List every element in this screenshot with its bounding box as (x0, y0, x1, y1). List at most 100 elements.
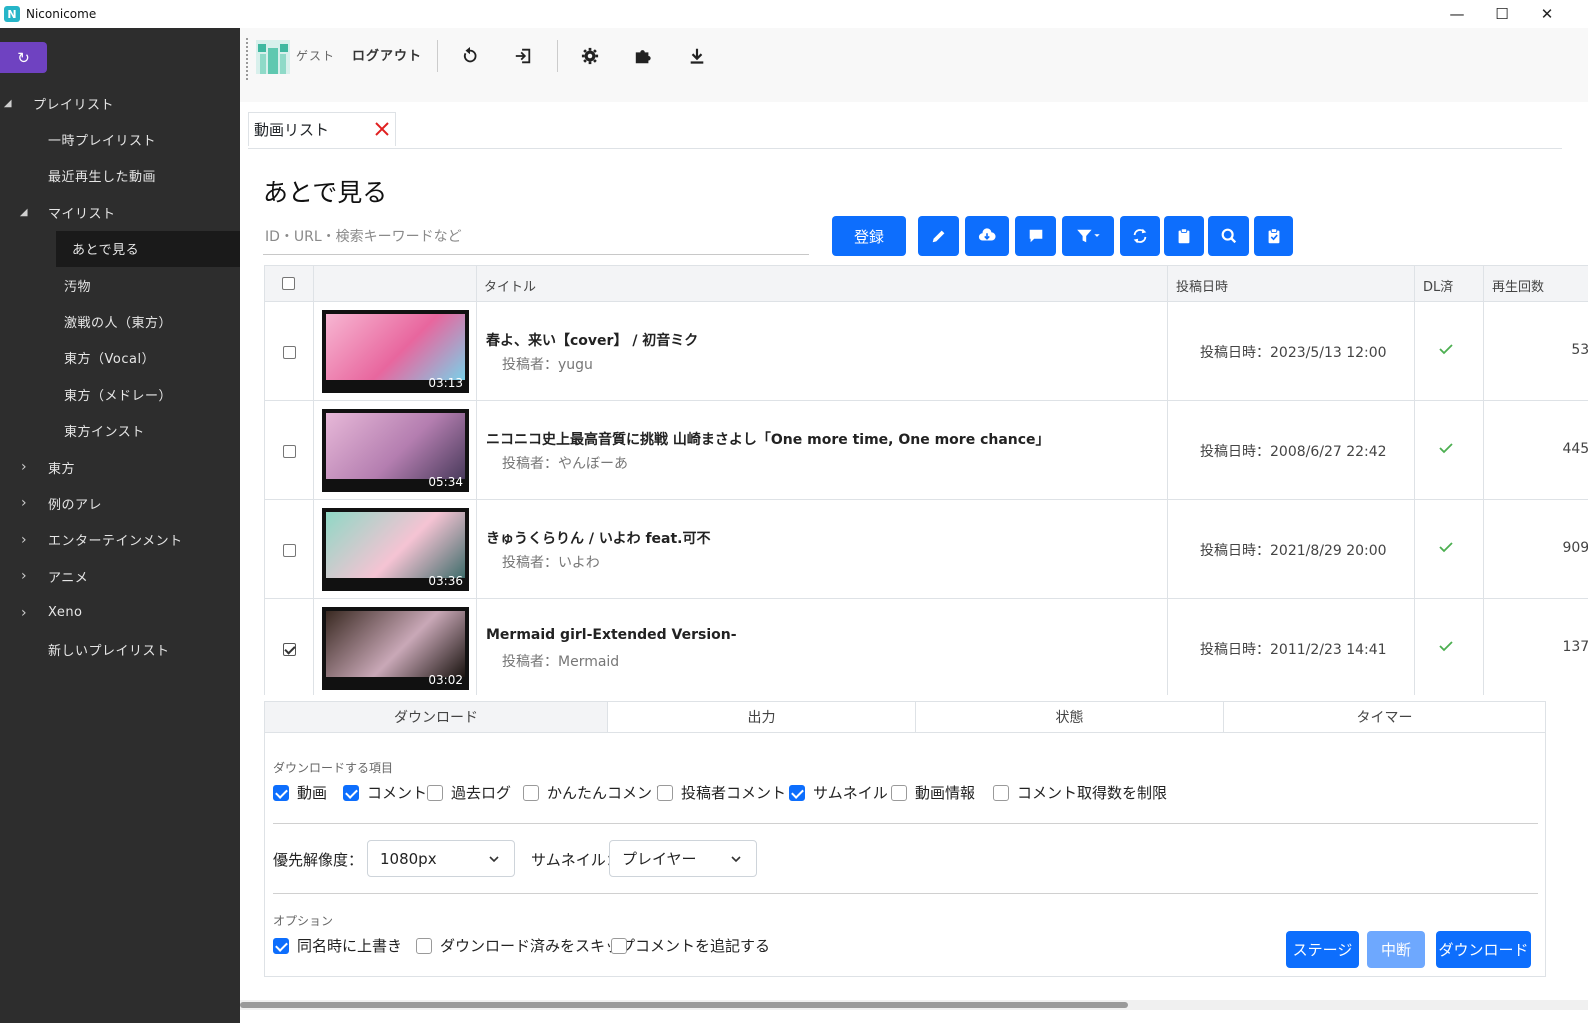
column-header-date[interactable]: 投稿日時 (1176, 276, 1228, 295)
sidebar-item[interactable]: 汚物 (0, 267, 240, 303)
cloud-download-button[interactable] (965, 216, 1009, 256)
chevron-right-icon[interactable]: › (18, 495, 30, 511)
checkbox-box[interactable] (523, 784, 539, 801)
chevron-right-icon[interactable]: › (18, 605, 30, 621)
comment-button[interactable] (1015, 216, 1056, 256)
clipboard-button[interactable] (1164, 216, 1204, 256)
checkbox-box[interactable] (343, 784, 359, 801)
checkbox-box[interactable] (891, 784, 907, 801)
option-checkbox[interactable]: ダウンロード済みをスキップ (416, 935, 635, 956)
checkbox-box[interactable] (416, 937, 432, 954)
download-item-checkbox[interactable]: かんたんコメント (523, 782, 667, 803)
tab-timer[interactable]: タイマー (1224, 702, 1545, 732)
download-item-checkbox[interactable]: コメント (343, 782, 427, 803)
addons-button[interactable] (628, 40, 658, 72)
tab-output[interactable]: 出力 (608, 702, 916, 732)
checkbox-box[interactable] (273, 784, 289, 801)
refresh-button[interactable]: ↻ (0, 42, 47, 73)
video-title[interactable]: ニコニコ史上最高音質に挑戦 山崎まさよし「One more time, One … (486, 429, 1050, 449)
checkbox-box[interactable] (273, 937, 289, 954)
tab-video-list[interactable]: 動画リスト (248, 112, 396, 146)
sidebar-item[interactable]: › 例のアレ (0, 485, 240, 521)
select-all-checkbox[interactable] (282, 277, 295, 290)
horizontal-scrollbar[interactable] (240, 1000, 1588, 1010)
sidebar-item[interactable]: 東方（メドレー） (0, 376, 240, 412)
clipboard-check-button[interactable] (1254, 216, 1293, 256)
row-checkbox[interactable] (283, 544, 296, 557)
maximize-button[interactable]: ☐ (1479, 0, 1525, 28)
video-thumbnail[interactable]: 05:34 (322, 409, 469, 492)
video-thumbnail[interactable]: 03:36 (322, 508, 469, 591)
sidebar-item[interactable]: › アニメ (0, 558, 240, 594)
chevron-right-icon[interactable]: › (18, 568, 30, 584)
thumbnail-select[interactable]: プレイヤー (609, 840, 757, 877)
edit-button[interactable] (918, 216, 959, 256)
tab-status[interactable]: 状態 (916, 702, 1224, 732)
row-checkbox[interactable] (283, 346, 296, 359)
column-header-views[interactable]: 再生回数 (1492, 276, 1544, 295)
abort-button[interactable]: 中断 (1367, 931, 1425, 968)
column-header-title[interactable]: タイトル (484, 276, 536, 295)
table-row[interactable]: 03:02 Mermaid girl-Extended Version- 投稿者：M… (265, 599, 1588, 695)
undo-button[interactable] (455, 40, 485, 72)
tab-download[interactable]: ダウンロード (265, 702, 608, 732)
download-item-checkbox[interactable]: 動画情報 (891, 782, 975, 803)
table-row[interactable]: 03:13 春よ、来い【cover】 / 初音ミク 投稿者：yugu 投稿日時：202… (265, 302, 1588, 401)
sidebar-item[interactable]: 東方（Vocal） (0, 340, 240, 376)
option-checkbox[interactable]: コメントを追記する (611, 935, 770, 956)
stage-button[interactable]: ステージ (1286, 931, 1359, 968)
sync-button[interactable] (1120, 216, 1160, 256)
settings-button[interactable] (575, 40, 605, 72)
download-item-checkbox[interactable]: 投稿者コメント (657, 782, 786, 803)
video-title[interactable]: きゅうくらりん / いよわ feat.可不 (486, 528, 711, 548)
download-update-button[interactable] (682, 40, 712, 72)
column-header-dl[interactable]: DL済 (1423, 276, 1453, 295)
close-window-button[interactable]: ✕ (1524, 0, 1570, 28)
scrollbar-thumb[interactable] (240, 1002, 1128, 1008)
download-item-checkbox[interactable]: コメント取得数を制限 (993, 782, 1167, 803)
minimize-button[interactable]: — (1434, 0, 1480, 28)
search-button[interactable] (1208, 216, 1249, 256)
option-checkbox[interactable]: 同名時に上書き (273, 935, 402, 956)
clipboard-check-icon (1268, 228, 1279, 244)
chevron-right-icon[interactable]: › (18, 459, 30, 475)
table-row[interactable]: 03:36 きゅうくらりん / いよわ feat.可不 投稿者：いよわ 投稿日時：20… (265, 500, 1588, 599)
sidebar-item[interactable]: 最近再生した動画 (0, 158, 240, 194)
video-thumbnail[interactable]: 03:02 (322, 607, 469, 690)
sidebar-item[interactable]: › エンターテインメント (0, 522, 240, 558)
video-title[interactable]: 春よ、来い【cover】 / 初音ミク (486, 330, 698, 350)
sidebar-item[interactable]: ◢ プレイリスト (0, 85, 240, 121)
logout-button[interactable]: ログアウト (352, 45, 422, 64)
sidebar-item[interactable]: 東方インスト (0, 413, 240, 449)
sidebar-item[interactable]: › 東方 (0, 449, 240, 485)
checkbox-box[interactable] (789, 784, 805, 801)
chevron-right-icon[interactable]: › (18, 532, 30, 548)
video-title[interactable]: Mermaid girl-Extended Version- (486, 627, 737, 643)
sidebar-item[interactable]: 新しいプレイリスト (0, 631, 240, 667)
download-item-checkbox[interactable]: 動画 (273, 782, 327, 803)
checkbox-box[interactable] (611, 937, 627, 954)
sidebar-item[interactable]: あとで見る (56, 230, 240, 267)
sidebar-item[interactable]: › Xeno (0, 594, 240, 630)
table-row[interactable]: 05:34 ニコニコ史上最高音質に挑戦 山崎まさよし「One more time,… (265, 401, 1588, 500)
login-button[interactable] (508, 40, 538, 72)
search-input[interactable] (263, 219, 809, 255)
resolution-select[interactable]: 1080px (367, 840, 515, 877)
video-thumbnail[interactable]: 03:13 (322, 310, 469, 393)
register-button[interactable]: 登録 (832, 216, 906, 256)
sidebar-item[interactable]: ◢ マイリスト (0, 194, 240, 230)
sidebar-item[interactable]: 一時プレイリスト (0, 121, 240, 157)
checkbox-box[interactable] (993, 784, 1009, 801)
expanded-arrow-icon[interactable]: ◢ (2, 98, 14, 109)
checkbox-box[interactable] (427, 784, 443, 801)
row-checkbox[interactable] (283, 643, 296, 656)
checkbox-box[interactable] (657, 784, 673, 801)
row-checkbox[interactable] (283, 445, 296, 458)
download-item-checkbox[interactable]: サムネイル (789, 782, 888, 803)
expanded-arrow-icon[interactable]: ◢ (18, 207, 30, 218)
sidebar-item[interactable]: 激戦の人（東方） (0, 303, 240, 339)
filter-button[interactable] (1062, 216, 1114, 256)
close-icon[interactable] (373, 120, 391, 138)
download-button[interactable]: ダウンロード (1436, 931, 1531, 968)
download-item-checkbox[interactable]: 過去ログ (427, 782, 511, 803)
